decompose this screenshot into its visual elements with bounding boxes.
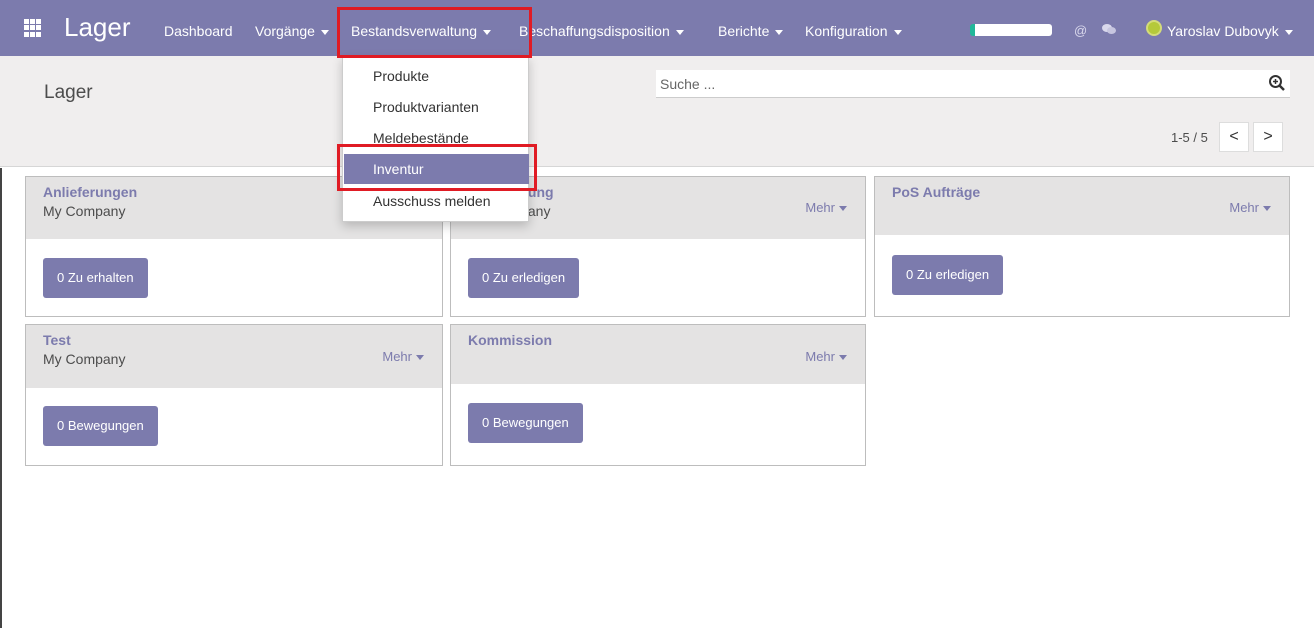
nav-vorgaenge-label: Vorgänge xyxy=(255,23,315,39)
bestandsverwaltung-dropdown-menu: Produkte Produktvarianten Meldebestände … xyxy=(342,56,529,222)
chevron-down-icon xyxy=(893,29,902,35)
chevron-down-icon xyxy=(839,206,847,212)
more-dropdown[interactable]: Mehr xyxy=(805,349,847,364)
user-name-label: Yaroslav Dubovyk xyxy=(1167,23,1279,39)
user-menu[interactable]: Yaroslav Dubovyk xyxy=(1167,23,1293,39)
more-label: Mehr xyxy=(382,349,412,364)
nav-berichte-label: Berichte xyxy=(718,23,770,39)
card-title[interactable]: Test xyxy=(43,332,71,348)
mention-at-icon[interactable]: @ xyxy=(1074,23,1087,38)
card-title[interactable]: PoS Aufträge xyxy=(892,184,980,200)
chevron-down-icon xyxy=(416,355,424,361)
menu-item-produktvarianten[interactable]: Produktvarianten xyxy=(344,92,529,122)
nav-konfiguration-label: Konfiguration xyxy=(805,23,888,39)
nav-beschaffungsdisposition-label: Beschaffungsdisposition xyxy=(519,23,670,39)
top-navbar: Lager Dashboard Vorgänge Bestandsverwalt… xyxy=(0,0,1314,56)
card-company: My Company xyxy=(43,203,126,219)
card-title[interactable]: Kommission xyxy=(468,332,552,348)
card-pos-auftraege[interactable]: PoS Aufträge Mehr 0 Zu erledigen xyxy=(874,176,1290,317)
card-header: PoS Aufträge Mehr xyxy=(875,177,1289,235)
activity-progress-bar[interactable] xyxy=(970,24,1052,36)
chevron-down-icon xyxy=(839,355,847,361)
left-edge-divider xyxy=(0,168,2,628)
nav-konfiguration[interactable]: Konfiguration xyxy=(805,23,902,39)
search-input[interactable] xyxy=(660,74,1250,94)
more-dropdown[interactable]: Mehr xyxy=(805,200,847,215)
receive-button[interactable]: 0 Zu erhalten xyxy=(43,258,148,298)
card-test[interactable]: Test My Company Mehr 0 Bewegungen xyxy=(25,324,443,466)
todo-button[interactable]: 0 Zu erledigen xyxy=(892,255,1004,295)
card-header: Kommission Mehr xyxy=(451,325,865,384)
more-dropdown[interactable]: Mehr xyxy=(382,349,424,364)
nav-vorgaenge[interactable]: Vorgänge xyxy=(255,23,329,39)
page-title: Lager xyxy=(44,82,93,103)
control-panel: Lager 1-5 / 5 < > xyxy=(0,56,1314,167)
nav-beschaffungsdisposition[interactable]: Beschaffungsdisposition xyxy=(519,23,684,39)
moves-button[interactable]: 0 Bewegungen xyxy=(43,406,158,446)
nav-dashboard-label: Dashboard xyxy=(164,23,233,39)
chevron-down-icon xyxy=(1284,29,1293,35)
app-brand[interactable]: Lager xyxy=(64,12,131,43)
moves-button[interactable]: 0 Bewegungen xyxy=(468,403,583,443)
more-dropdown[interactable]: Mehr xyxy=(1229,200,1271,215)
highlight-box-inventur xyxy=(337,144,537,191)
card-kommission[interactable]: Kommission Mehr 0 Bewegungen xyxy=(450,324,866,466)
highlight-box-nav xyxy=(337,7,532,58)
chat-icon[interactable] xyxy=(1102,24,1116,35)
chevron-down-icon xyxy=(1263,206,1271,212)
card-header: Test My Company Mehr xyxy=(26,325,442,388)
chevron-down-icon xyxy=(775,29,784,35)
nav-berichte[interactable]: Berichte xyxy=(718,23,784,39)
apps-menu-icon[interactable] xyxy=(24,19,42,37)
user-avatar[interactable] xyxy=(1146,20,1162,36)
todo-button[interactable]: 0 Zu erledigen xyxy=(468,258,580,298)
search-icon[interactable] xyxy=(1268,74,1286,92)
chevron-down-icon xyxy=(675,29,684,35)
pager-next-button[interactable]: > xyxy=(1253,122,1283,152)
chevron-down-icon xyxy=(320,29,329,35)
nav-dashboard[interactable]: Dashboard xyxy=(164,23,233,39)
more-label: Mehr xyxy=(1229,200,1259,215)
pager-value[interactable]: 1-5 / 5 xyxy=(1171,130,1208,145)
card-title[interactable]: Anlieferungen xyxy=(43,184,137,200)
more-label: Mehr xyxy=(805,349,835,364)
more-label: Mehr xyxy=(805,200,835,215)
card-company: My Company xyxy=(43,351,126,367)
search-box xyxy=(656,70,1290,98)
pager-previous-button[interactable]: < xyxy=(1219,122,1249,152)
menu-item-produkte[interactable]: Produkte xyxy=(344,61,529,91)
